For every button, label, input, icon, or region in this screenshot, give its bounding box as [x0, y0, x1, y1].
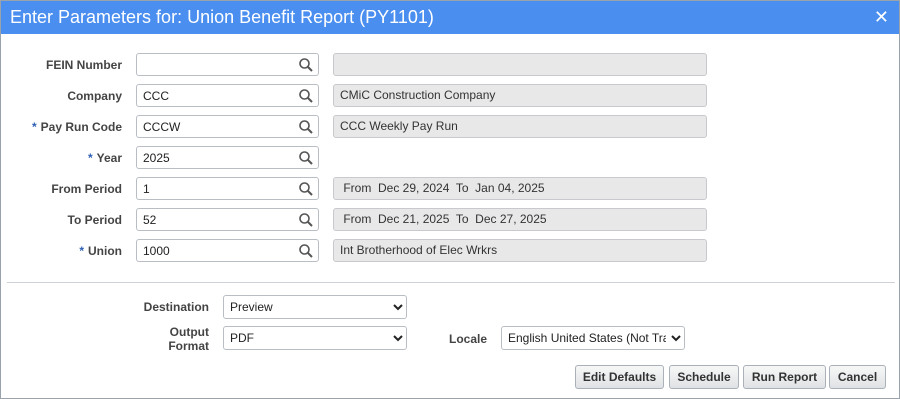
dialog-title-bar: Enter Parameters for: Union Benefit Repo…: [1, 1, 899, 34]
from-period-description: From Dec 29, 2024 To Jan 04, 2025: [333, 177, 707, 200]
output-format-label-line2: Format: [168, 339, 209, 353]
union-input[interactable]: [137, 240, 292, 261]
pay-run-code-label: * Pay Run Code: [31, 120, 122, 134]
to-period-input[interactable]: [137, 209, 292, 230]
output-format-label-line1: Output: [169, 325, 209, 339]
company-label: Company: [67, 89, 122, 103]
section-divider: [7, 282, 895, 283]
year-input[interactable]: [137, 147, 292, 168]
edit-defaults-button[interactable]: Edit Defaults: [575, 365, 664, 389]
schedule-button[interactable]: Schedule: [669, 365, 739, 389]
to-period-field[interactable]: [136, 208, 319, 231]
company-input[interactable]: [137, 85, 292, 106]
union-description: Int Brotherhood of Elec Wrkrs: [333, 239, 707, 262]
search-icon[interactable]: [298, 150, 314, 166]
output-format-label: Output Format: [101, 325, 209, 353]
required-marker: *: [87, 151, 93, 165]
pay-run-code-field[interactable]: [136, 115, 319, 138]
from-period-field[interactable]: [136, 177, 319, 200]
close-icon[interactable]: ✕: [874, 1, 889, 34]
fein-number-field[interactable]: [136, 53, 319, 76]
pay-run-code-input[interactable]: [137, 116, 292, 137]
fein-number-description: [333, 53, 707, 76]
fein-number-input[interactable]: [137, 54, 292, 75]
search-icon[interactable]: [298, 181, 314, 197]
to-period-label: To Period: [67, 213, 122, 227]
search-icon[interactable]: [298, 57, 314, 73]
locale-label: Locale: [448, 332, 487, 346]
company-field[interactable]: [136, 84, 319, 107]
from-period-input[interactable]: [137, 178, 292, 199]
year-label: * Year: [87, 151, 122, 165]
run-report-button[interactable]: Run Report: [743, 365, 826, 389]
search-icon[interactable]: [298, 119, 314, 135]
pay-run-code-description: CCC Weekly Pay Run: [333, 115, 707, 138]
to-period-description: From Dec 21, 2025 To Dec 27, 2025: [333, 208, 707, 231]
search-icon[interactable]: [298, 88, 314, 104]
from-period-label: From Period: [51, 182, 122, 196]
cancel-button[interactable]: Cancel: [829, 365, 886, 389]
search-icon[interactable]: [298, 212, 314, 228]
fein-number-label: FEIN Number: [45, 58, 122, 72]
destination-select[interactable]: Preview: [223, 295, 407, 319]
union-field[interactable]: [136, 239, 319, 262]
dialog-title: Enter Parameters for: Union Benefit Repo…: [10, 7, 434, 27]
parameters-dialog: Enter Parameters for: Union Benefit Repo…: [0, 0, 900, 399]
required-marker: *: [79, 244, 84, 258]
union-label: * Union: [79, 244, 122, 258]
locale-select[interactable]: English United States (Not Tra: [501, 326, 685, 350]
company-description: CMiC Construction Company: [333, 84, 707, 107]
required-marker: *: [31, 120, 37, 134]
search-icon[interactable]: [298, 243, 314, 259]
destination-label: Destination: [143, 300, 209, 314]
output-format-select[interactable]: PDF: [223, 326, 407, 350]
year-field[interactable]: [136, 146, 319, 169]
